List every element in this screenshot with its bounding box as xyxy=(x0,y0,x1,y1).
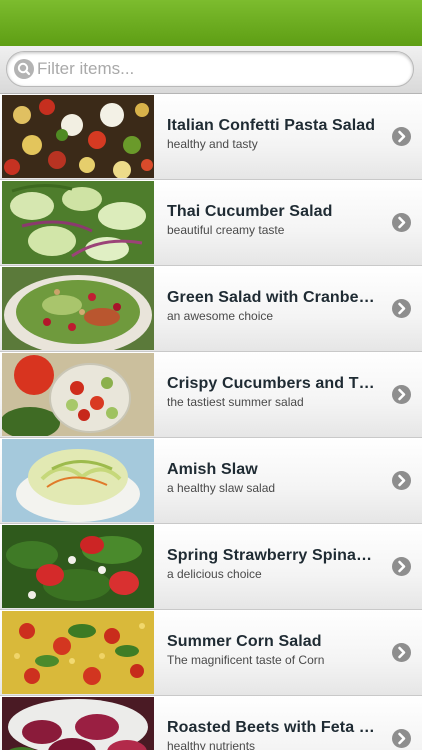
chevron-right-icon[interactable] xyxy=(392,729,411,748)
cucumber-salad-image xyxy=(2,181,154,264)
item-subtitle: an awesome choice xyxy=(167,309,274,323)
beet-salad-image xyxy=(2,697,154,750)
item-title: Green Salad with Cranbe… xyxy=(167,289,375,306)
chevron-right-icon[interactable] xyxy=(392,127,411,146)
green-salad-image xyxy=(2,267,154,350)
chevron-right-icon[interactable] xyxy=(392,213,411,232)
corn-salad-image xyxy=(2,611,154,694)
item-title: Amish Slaw xyxy=(167,461,258,478)
item-title: Summer Corn Salad xyxy=(167,633,322,650)
pasta-salad-image xyxy=(2,95,154,178)
item-subtitle: The magnificent taste of Corn xyxy=(167,653,325,667)
list-item[interactable]: Roasted Beets with Feta … healthy nutrie… xyxy=(0,696,422,750)
search-bar xyxy=(0,46,422,94)
search-icon xyxy=(14,59,34,79)
list-item[interactable]: Amish Slaw a healthy slaw salad xyxy=(0,438,422,524)
chevron-right-icon[interactable] xyxy=(392,299,411,318)
item-subtitle: healthy nutrients xyxy=(167,739,256,750)
item-subtitle: healthy and tasty xyxy=(167,137,258,151)
list-item[interactable]: Thai Cucumber Salad beautiful creamy tas… xyxy=(0,180,422,266)
list-item[interactable]: Spring Strawberry Spina… a delicious cho… xyxy=(0,524,422,610)
list-item[interactable]: Green Salad with Cranbe… an awesome choi… xyxy=(0,266,422,352)
item-title: Italian Confetti Pasta Salad xyxy=(167,117,376,134)
slaw-image xyxy=(2,439,154,522)
item-title: Roasted Beets with Feta … xyxy=(167,719,375,736)
chevron-right-icon[interactable] xyxy=(392,385,411,404)
cucumber-tomato-image xyxy=(2,353,154,436)
list-item[interactable]: Italian Confetti Pasta Salad healthy and… xyxy=(0,94,422,180)
search-field[interactable] xyxy=(6,51,414,87)
chevron-right-icon[interactable] xyxy=(392,471,411,490)
item-title: Crispy Cucumbers and T… xyxy=(167,375,375,392)
salad-list: Italian Confetti Pasta Salad healthy and… xyxy=(0,94,422,750)
item-title: Thai Cucumber Salad xyxy=(167,203,333,220)
list-item[interactable]: Crispy Cucumbers and T… the tastiest sum… xyxy=(0,352,422,438)
search-input[interactable] xyxy=(37,54,397,84)
list-item[interactable]: Summer Corn Salad The magnificent taste … xyxy=(0,610,422,696)
item-subtitle: a healthy slaw salad xyxy=(167,481,276,495)
item-title: Spring Strawberry Spina… xyxy=(167,547,373,564)
item-subtitle: the tastiest summer salad xyxy=(167,395,304,409)
item-subtitle: beautiful creamy taste xyxy=(167,223,285,237)
chevron-right-icon[interactable] xyxy=(392,643,411,662)
item-subtitle: a delicious choice xyxy=(167,567,262,581)
top-bar xyxy=(0,0,422,46)
chevron-right-icon[interactable] xyxy=(392,557,411,576)
strawberry-spinach-image xyxy=(2,525,154,608)
